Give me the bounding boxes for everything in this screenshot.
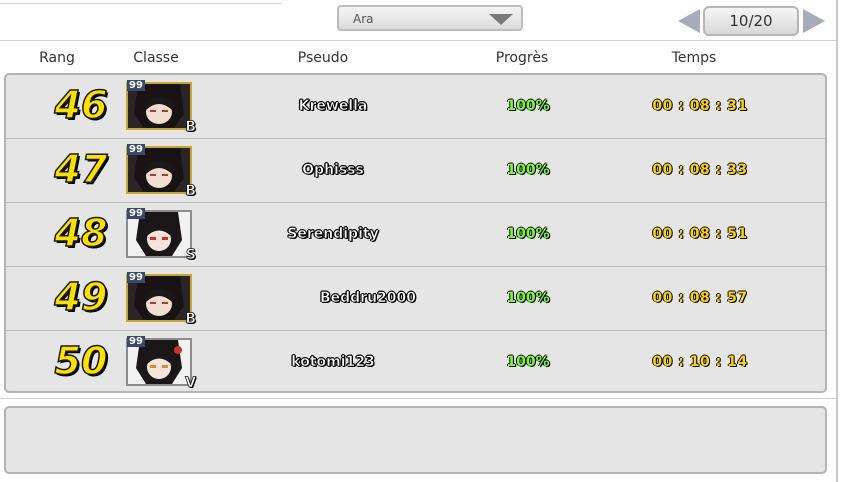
class-letter: B [185, 119, 196, 136]
dropdown-selected-value: Ara [353, 12, 374, 26]
player-name: Krewella [298, 98, 368, 115]
level-badge: 99 [127, 144, 145, 155]
progress-value: 100% [506, 226, 550, 242]
class-letter: V [185, 375, 197, 391]
next-page-button[interactable] [803, 9, 825, 33]
level-badge: 99 [127, 208, 145, 219]
rank-number: 47 [54, 146, 108, 192]
progress-value: 100% [506, 290, 550, 306]
time-value: 00 : 08 : 51 [652, 226, 748, 242]
class-letter: S [185, 247, 197, 264]
level-badge: 99 [127, 336, 145, 347]
footer-panel [4, 406, 827, 474]
player-name: kotomi123 [291, 354, 375, 371]
rank-number: 48 [54, 210, 108, 256]
column-header-class: Classe [133, 50, 179, 66]
top-bar: Ara 10/20 [0, 0, 845, 40]
table-row[interactable]: 48 99 S Serendipity 100% 00 : 08 : 51 [6, 203, 825, 267]
time-value: 00 : 10 : 14 [652, 354, 748, 370]
player-name: Serendipity [287, 226, 379, 243]
progress-value: 100% [506, 354, 550, 370]
player-name: Beddru2000 [319, 290, 417, 307]
rank-number: 49 [54, 274, 108, 320]
avatar: 99 V [126, 336, 196, 391]
level-badge: 99 [127, 80, 145, 91]
window-right-border [836, 0, 838, 482]
avatar: 99 B [126, 272, 196, 327]
table-row[interactable]: 47 99 B Ophisss 100% 00 : 08 : 33 [6, 139, 825, 203]
time-value: 00 : 08 : 31 [652, 98, 748, 114]
chevron-down-icon [489, 14, 513, 25]
column-header-name: Pseudo [297, 50, 349, 66]
player-name: Ophisss [302, 162, 364, 179]
progress-value: 100% [506, 162, 550, 178]
rank-number: 50 [54, 338, 108, 384]
previous-page-button[interactable] [678, 9, 700, 33]
ranking-table: 46 99 B Krewella 100% 00 : 08 : 31 47 99… [4, 73, 827, 393]
top-divider [0, 3, 282, 4]
avatar: 99 B [126, 80, 196, 135]
time-value: 00 : 08 : 57 [652, 290, 748, 306]
avatar: 99 B [126, 144, 196, 199]
header-divider [0, 40, 836, 41]
table-row[interactable]: 49 99 B Beddru2000 100% 00 : 08 : 57 [6, 267, 825, 331]
time-value: 00 : 08 : 33 [652, 162, 748, 178]
table-row[interactable]: 46 99 B Krewella 100% 00 : 08 : 31 [6, 75, 825, 139]
page-indicator: 10/20 [703, 6, 799, 36]
class-filter-dropdown[interactable]: Ara [337, 5, 523, 31]
column-header-progress: Progrès [495, 50, 549, 66]
rank-number: 46 [54, 82, 108, 128]
avatar: 99 S [126, 208, 196, 263]
level-badge: 99 [127, 272, 145, 283]
column-header-rank: Rang [39, 50, 75, 66]
progress-value: 100% [506, 98, 550, 114]
column-header-time: Temps [671, 50, 717, 66]
class-letter: B [185, 183, 196, 200]
table-row[interactable]: 50 99 V kotomi123 100% 00 : 10 : 14 [6, 331, 825, 391]
class-letter: B [185, 311, 196, 328]
footer-divider [0, 398, 836, 399]
